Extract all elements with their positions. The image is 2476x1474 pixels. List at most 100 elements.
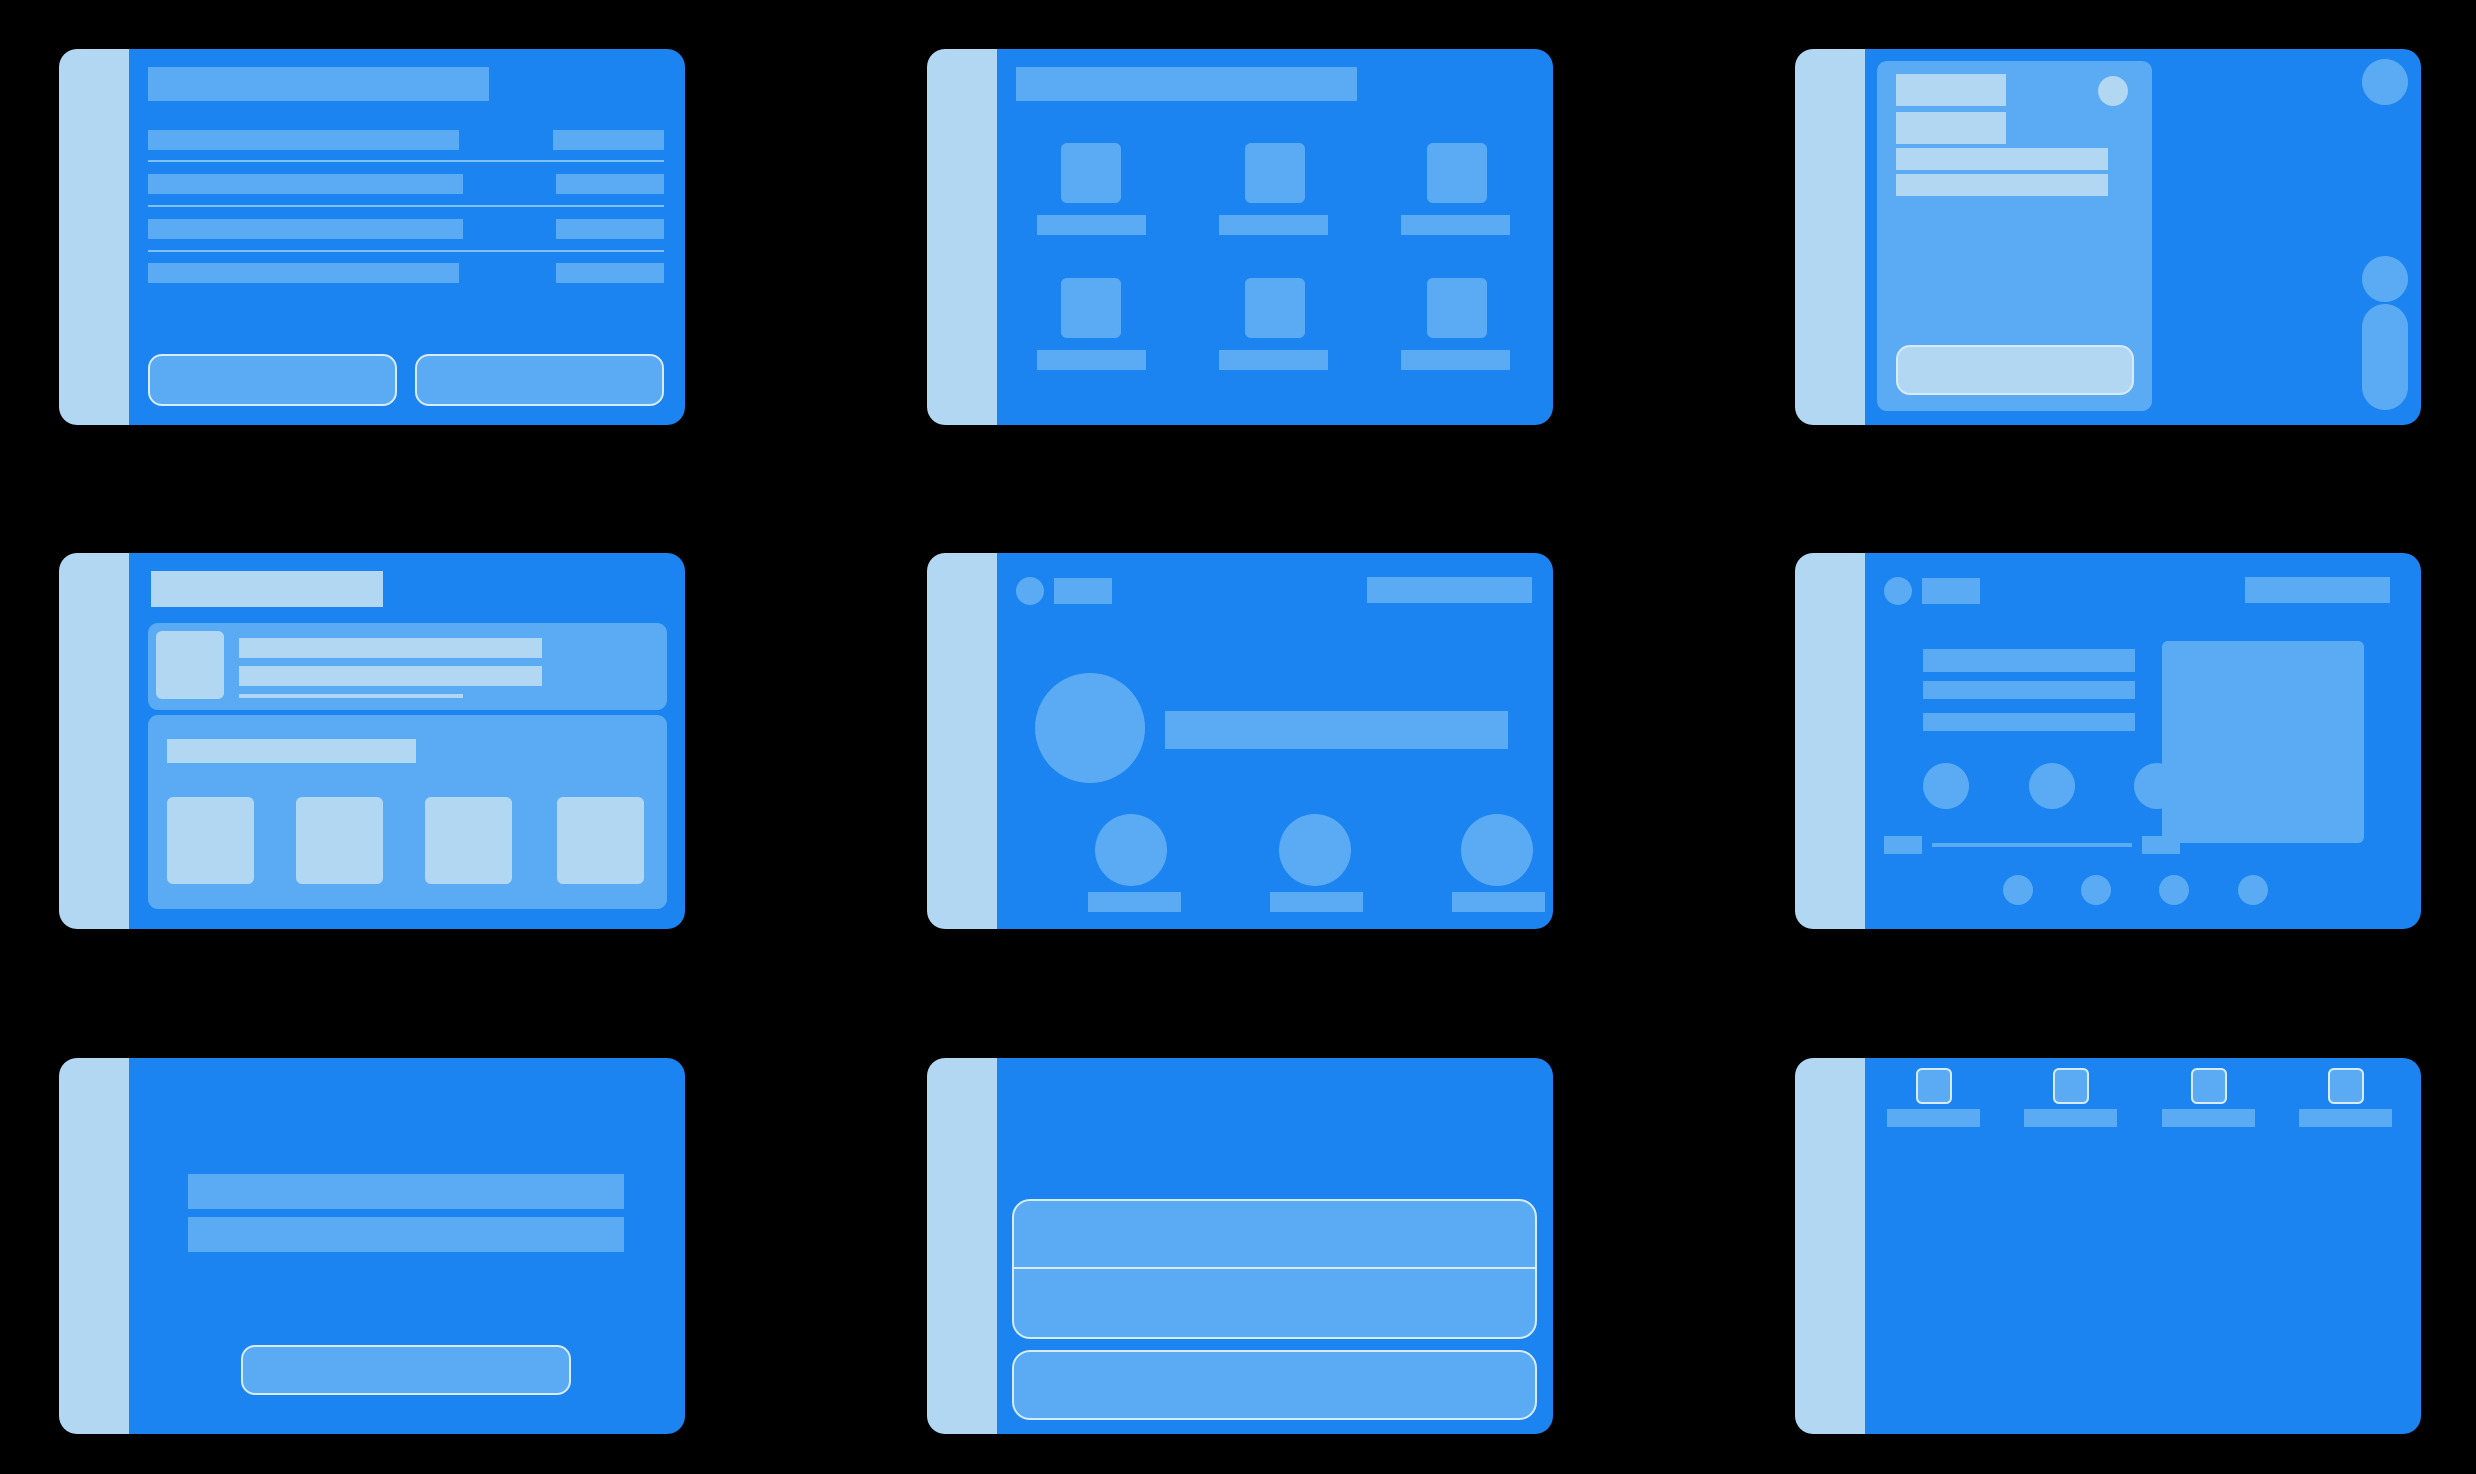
message-text-placeholder [188, 1174, 624, 1209]
status-dot-icon [2362, 256, 2408, 302]
app-icon [1061, 143, 1121, 203]
title-placeholder [151, 571, 383, 607]
button-placeholder [148, 354, 397, 406]
row-label-placeholder [148, 130, 459, 150]
album-art [2162, 641, 2364, 843]
divider [148, 205, 664, 207]
screen-panel [997, 49, 1553, 425]
header-action-placeholder [2245, 577, 2390, 603]
time-remaining-placeholder [2142, 836, 2180, 854]
wireframe-grouped-buttons-sheet [927, 1058, 1553, 1434]
close-icon [2098, 76, 2128, 106]
small-avatar-icon [1016, 577, 1044, 605]
contact-label-placeholder [1088, 892, 1181, 912]
wireframe-list-with-two-buttons [59, 49, 685, 425]
app-icon [1061, 278, 1121, 338]
card-text-placeholder [239, 694, 463, 698]
profile-avatar [1035, 673, 1145, 783]
row-value-placeholder [556, 174, 664, 194]
thumbnail-placeholder [156, 631, 224, 699]
header-text-placeholder [1054, 578, 1112, 604]
contact-avatar [1279, 814, 1351, 886]
toolbar-icon [2328, 1068, 2364, 1104]
toolbar-icon [2053, 1068, 2089, 1104]
row-label-placeholder [148, 219, 463, 239]
page-dot-icon [2238, 875, 2268, 905]
wireframe-message-with-button [59, 1058, 685, 1434]
screen-panel [1865, 49, 2421, 425]
wireframe-profile-avatars [927, 553, 1553, 929]
gallery-tile [296, 797, 383, 884]
side-capsule [2362, 304, 2408, 410]
sidebar-rail [1795, 553, 1865, 929]
title-placeholder [148, 67, 489, 101]
control-button-icon [1923, 763, 1969, 809]
row-label-placeholder [148, 263, 459, 283]
toolbar-icon [2191, 1068, 2227, 1104]
profile-name-placeholder [1165, 711, 1508, 749]
gallery-title-placeholder [167, 739, 416, 763]
button-placeholder [415, 354, 664, 406]
dialog-button-placeholder [1896, 345, 2134, 395]
time-elapsed-placeholder [1884, 836, 1922, 854]
screen-panel [129, 1058, 685, 1434]
sidebar-rail [59, 49, 129, 425]
screen-panel [129, 49, 685, 425]
page-dot-icon [2081, 875, 2111, 905]
track-text-placeholder [1923, 649, 2135, 672]
row-value-placeholder [556, 219, 664, 239]
sidebar-rail [927, 1058, 997, 1434]
divider [148, 160, 664, 162]
toolbar-icon [1916, 1068, 1952, 1104]
sidebar-rail [59, 553, 129, 929]
icon-label-placeholder [1219, 350, 1328, 370]
page-dot-icon [2159, 875, 2189, 905]
screen-panel [1865, 1058, 2421, 1434]
divider [148, 250, 664, 252]
contact-label-placeholder [1270, 892, 1363, 912]
control-button-icon [2029, 763, 2075, 809]
track-text-placeholder [1923, 713, 2135, 731]
dialog-subtitle-placeholder [1896, 112, 2006, 144]
wireframe-modal-dialog [1795, 49, 2421, 425]
grouped-buttons [1012, 1199, 1537, 1339]
dialog-title-placeholder [1896, 74, 2006, 106]
toolbar-label-placeholder [1887, 1109, 1980, 1127]
icon-label-placeholder [1037, 215, 1146, 235]
control-button-icon [2134, 763, 2180, 809]
track-text-placeholder [1923, 681, 2135, 699]
header-action-placeholder [1367, 577, 1532, 603]
divider [1012, 1267, 1537, 1269]
sidebar-rail [927, 553, 997, 929]
page-dot-icon [2003, 875, 2033, 905]
toolbar-label-placeholder [2024, 1109, 2117, 1127]
screen-panel [997, 1058, 1553, 1434]
icon-label-placeholder [1401, 215, 1510, 235]
wireframe-card-gallery [59, 553, 685, 929]
gallery-tile [167, 797, 254, 884]
button-placeholder [1012, 1350, 1537, 1420]
icon-label-placeholder [1401, 350, 1510, 370]
dialog-text-placeholder [1896, 148, 2108, 170]
contact-avatar [1095, 814, 1167, 886]
gallery-tile [557, 797, 644, 884]
wireframe-icon-toolbar [1795, 1058, 2421, 1434]
icon-label-placeholder [1037, 350, 1146, 370]
toolbar-label-placeholder [2162, 1109, 2255, 1127]
screen-panel [129, 553, 685, 929]
wireframe-media-player [1795, 553, 2421, 929]
contact-avatar [1461, 814, 1533, 886]
sidebar-rail [1795, 1058, 1865, 1434]
message-text-placeholder [188, 1217, 624, 1252]
app-icon [1245, 278, 1305, 338]
row-value-placeholder [553, 130, 664, 150]
progress-track [1932, 843, 2132, 847]
avatar-icon [2362, 59, 2408, 105]
row-label-placeholder [148, 174, 463, 194]
sidebar-rail [59, 1058, 129, 1434]
wireframe-icon-grid [927, 49, 1553, 425]
gallery-tile [425, 797, 512, 884]
app-icon [1427, 143, 1487, 203]
card-text-placeholder [239, 666, 542, 686]
card-text-placeholder [239, 638, 542, 658]
